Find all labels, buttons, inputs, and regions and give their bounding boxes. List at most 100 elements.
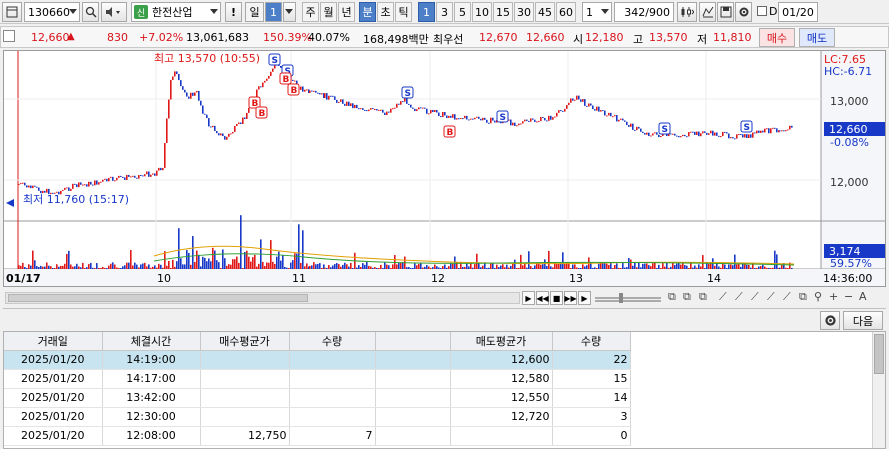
date-checkbox[interactable] xyxy=(757,6,767,16)
candle xyxy=(222,133,224,137)
price-chart[interactable]: SSBBBBSBSSS 최고 13,570 (10:55) 최저 11,760 … xyxy=(3,50,886,287)
volume-pct-label: 59.57% xyxy=(830,257,872,270)
period-select-day[interactable]: 일 xyxy=(245,2,264,22)
price-bar-toggle[interactable] xyxy=(3,30,15,42)
candle xyxy=(652,133,654,136)
speaker-icon[interactable] xyxy=(101,2,127,22)
stock-name-select[interactable]: 신 한전산업 xyxy=(131,2,221,22)
stop-icon[interactable]: ■ xyxy=(550,291,563,305)
volume-bar xyxy=(352,268,354,269)
interval-select[interactable]: 1 xyxy=(582,2,612,22)
period-second[interactable]: 초 xyxy=(377,2,394,22)
period-minute[interactable]: 분 xyxy=(359,2,376,22)
minute-45[interactable]: 45 xyxy=(535,2,555,22)
minute-60[interactable]: 60 xyxy=(556,2,576,22)
volume-bar xyxy=(288,268,290,269)
compare-icon[interactable]: ⧉ xyxy=(683,290,691,304)
table-row[interactable]: 2025/01/20 13:42:00 12,550 14 xyxy=(4,388,631,408)
save-icon[interactable] xyxy=(717,2,734,22)
alert-button[interactable]: ! xyxy=(225,2,242,22)
period-month[interactable]: 월 xyxy=(320,2,337,22)
col-trade-time[interactable]: 체결시간 xyxy=(102,332,201,351)
candle xyxy=(484,117,486,120)
volume-bar xyxy=(574,264,576,269)
candle xyxy=(768,128,770,134)
data-count-input[interactable]: 342/900 xyxy=(614,2,674,22)
volume-bar xyxy=(528,251,530,269)
buy-button[interactable]: 매수 xyxy=(759,28,795,47)
sell-button[interactable]: 매도 xyxy=(799,28,835,47)
period-year[interactable]: 년 xyxy=(338,2,355,22)
chevron-down-icon xyxy=(210,9,218,14)
period-count[interactable]: 1 xyxy=(265,2,282,22)
table-row[interactable]: 2025/01/20 14:19:00 12,600 22 xyxy=(4,350,631,370)
minute-1[interactable]: 1 xyxy=(418,2,435,22)
draw-icon[interactable]: ⟋ xyxy=(783,290,791,304)
minute-15[interactable]: 15 xyxy=(493,2,513,22)
search-icon[interactable] xyxy=(82,2,99,22)
col-buy-avg[interactable]: 매수평균가 xyxy=(200,332,290,351)
image-icon[interactable]: ⧉ xyxy=(799,290,807,304)
minute-30[interactable]: 30 xyxy=(514,2,534,22)
table-settings-icon[interactable] xyxy=(820,311,840,330)
rewind-icon[interactable]: ◀◀ xyxy=(536,291,549,305)
candle xyxy=(144,174,146,177)
stock-code-input[interactable]: 130660 xyxy=(24,2,80,22)
zoom-slider[interactable] xyxy=(593,292,663,304)
horizontal-scrollbar[interactable] xyxy=(5,292,520,304)
period-week[interactable]: 주 xyxy=(302,2,319,22)
date-input[interactable]: 01/20 xyxy=(778,2,818,22)
period-dropdown[interactable] xyxy=(283,2,296,22)
minute-3[interactable]: 3 xyxy=(436,2,453,22)
zoom-search-icon[interactable]: ⚲ xyxy=(814,290,822,303)
candle xyxy=(650,135,652,137)
fast-forward-icon[interactable]: ▶▶ xyxy=(564,291,577,305)
scrollbar-thumb[interactable] xyxy=(8,294,308,302)
scrollbar-thumb[interactable] xyxy=(874,334,884,374)
volume-bar xyxy=(286,267,288,269)
candle xyxy=(18,183,20,185)
table-row[interactable]: 2025/01/20 14:17:00 12,580 15 xyxy=(4,369,631,389)
volume-bar xyxy=(390,268,392,269)
crosshair-icon[interactable] xyxy=(699,2,716,22)
candle xyxy=(610,112,612,117)
candle xyxy=(464,115,466,119)
candle xyxy=(412,107,414,109)
vertical-scrollbar[interactable] xyxy=(872,332,885,448)
volume-bar xyxy=(326,268,328,269)
col-trade-date[interactable]: 거래일 xyxy=(4,332,103,351)
col-sell-qty[interactable]: 수량 xyxy=(552,332,631,351)
channel-icon[interactable]: ⟋ xyxy=(751,290,759,304)
candle xyxy=(744,134,746,138)
col-sell-avg[interactable]: 매도평균가 xyxy=(450,332,553,351)
gear-icon[interactable] xyxy=(735,2,752,22)
overlay-icon[interactable]: ⧉ xyxy=(699,290,707,304)
fib-icon[interactable]: ⟋ xyxy=(735,290,743,304)
table-row[interactable]: 2025/01/20 12:08:00 12,750 7 0 xyxy=(4,426,631,446)
chart-canvas[interactable]: SSBBBB SBSS S 최고 13,570 (10:55) 최저 11,760 … xyxy=(4,51,885,286)
volume-bar xyxy=(208,258,210,269)
minute-10[interactable]: 10 xyxy=(472,2,492,22)
font-size-icon[interactable]: A xyxy=(859,290,867,303)
window-icon[interactable] xyxy=(2,2,22,22)
wave-icon[interactable]: ⟋ xyxy=(767,290,775,304)
zoom-slider-handle[interactable] xyxy=(619,293,623,303)
zoom-out-icon[interactable]: − xyxy=(844,290,853,303)
play-icon[interactable]: ▶ xyxy=(578,291,591,305)
next-page-button[interactable]: 다음 xyxy=(843,311,883,330)
table-row[interactable]: 2025/01/20 12:30:00 12,720 3 xyxy=(4,407,631,427)
volume-bar xyxy=(644,263,646,269)
layout-icon[interactable]: ⧉ xyxy=(668,290,676,304)
scroll-right-icon[interactable]: ▶ xyxy=(522,291,535,305)
candle xyxy=(568,102,570,106)
chevron-down-icon[interactable] xyxy=(69,9,77,14)
candle xyxy=(360,108,362,110)
col-empty xyxy=(375,332,451,351)
period-tick[interactable]: 틱 xyxy=(395,2,412,22)
zoom-in-icon[interactable]: + xyxy=(829,290,838,303)
col-buy-qty[interactable]: 수량 xyxy=(289,332,376,351)
trend-line-icon[interactable]: ⟋ xyxy=(719,290,727,304)
candle-icon[interactable] xyxy=(677,2,697,22)
cell-sell-avg: 12,720 xyxy=(450,407,553,427)
minute-5[interactable]: 5 xyxy=(454,2,471,22)
